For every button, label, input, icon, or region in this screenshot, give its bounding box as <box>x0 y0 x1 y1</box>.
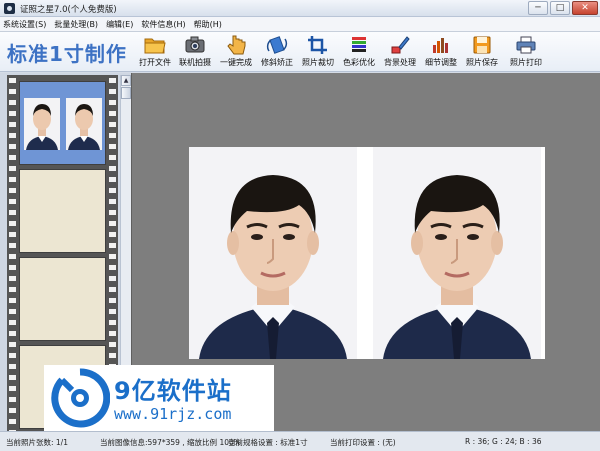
title-bar: 证照之星7.0(个人免费版) ─ □ ✕ <box>0 0 600 17</box>
site-watermark: 9亿软件站 www.91rjz.com <box>44 365 274 431</box>
minimize-button[interactable]: ─ <box>528 1 548 15</box>
tool-label: 背景处理 <box>384 58 416 67</box>
id-photo[interactable] <box>189 147 357 359</box>
menu-bar: 系统设置(S) 批量处理(B) 编辑(E) 软件信息(H) 帮助(H) <box>0 17 600 32</box>
scroll-up-icon[interactable]: ▲ <box>121 75 131 86</box>
photo-thumbnail[interactable] <box>66 98 102 150</box>
image-info-status: 当前图像信息:597*359 , 缩放比例 100% <box>100 438 241 447</box>
tool-label: 照片裁切 <box>302 58 334 67</box>
printer-icon <box>516 36 536 54</box>
close-button[interactable]: ✕ <box>572 1 598 15</box>
rotate-icon <box>266 36 288 54</box>
menu-edit[interactable]: 编辑(E) <box>106 19 133 30</box>
maximize-button[interactable]: □ <box>550 1 570 15</box>
tool-label: 联机拍摄 <box>179 58 211 67</box>
color-icon <box>352 37 366 52</box>
print-photo-button[interactable]: 照片打印 <box>506 35 546 69</box>
tool-label: 照片保存 <box>466 58 498 67</box>
tool-label: 细节调整 <box>425 58 457 67</box>
menu-software-info[interactable]: 软件信息(H) <box>141 19 185 30</box>
tool-label: 修斜矫正 <box>261 58 293 67</box>
watermark-url: www.91rjz.com <box>114 405 232 423</box>
camera-icon <box>185 36 205 53</box>
save-photo-button[interactable]: 照片保存 <box>462 35 502 69</box>
thumbnail-frame-selected[interactable] <box>19 81 106 165</box>
one-click-button[interactable]: 一键完成 <box>216 35 256 69</box>
color-optimize-button[interactable]: 色彩优化 <box>339 35 379 69</box>
open-file-button[interactable]: 打开文件 <box>135 35 175 69</box>
menu-system-settings[interactable]: 系统设置(S) <box>3 19 46 30</box>
rgb-status: R : 36; G : 24; B : 36 <box>465 437 542 446</box>
photo-count-status: 当前照片张数: 1/1 <box>6 438 68 447</box>
tool-label: 打开文件 <box>139 58 171 67</box>
tool-label: 照片打印 <box>510 58 542 67</box>
scroll-thumb[interactable] <box>121 87 131 99</box>
brush-icon <box>391 36 410 54</box>
app-icon <box>4 3 15 14</box>
crop-button[interactable]: 照片裁切 <box>298 35 338 69</box>
levels-icon <box>433 38 448 53</box>
folder-icon <box>144 38 166 54</box>
spec-status: 当前规格设置 : 标准1寸 <box>228 438 308 447</box>
film-holes <box>9 75 16 431</box>
hand-click-icon <box>227 35 246 55</box>
crop-icon <box>308 36 327 54</box>
tool-label: 色彩优化 <box>343 58 375 67</box>
id-photo[interactable] <box>373 147 541 359</box>
watermark-text: 9亿软件站 <box>114 377 232 405</box>
menu-batch[interactable]: 批量处理(B) <box>54 19 98 30</box>
mode-title: 标准1寸制作 <box>7 42 127 66</box>
photo-sheet <box>189 147 545 359</box>
photo-thumbnail[interactable] <box>24 98 60 150</box>
detail-adjust-button[interactable]: 细节调整 <box>421 35 461 69</box>
window-title: 证照之星7.0(个人免费版) <box>20 5 117 15</box>
toolbar: 标准1寸制作 打开文件 联机拍摄 一键完成 修斜矫正 照片裁切 色彩优化 背景处… <box>0 32 600 72</box>
watermark-logo-icon <box>51 368 110 428</box>
save-icon <box>473 36 491 54</box>
status-bar: 当前照片张数: 1/1 当前图像信息:597*359 , 缩放比例 100% 当… <box>0 431 600 451</box>
tilt-correct-button[interactable]: 修斜矫正 <box>257 35 297 69</box>
thumbnail-frame-empty[interactable] <box>19 257 106 341</box>
camera-capture-button[interactable]: 联机拍摄 <box>175 35 215 69</box>
background-process-button[interactable]: 背景处理 <box>380 35 420 69</box>
window-controls: ─ □ ✕ <box>528 1 598 15</box>
thumbnail-frame-empty[interactable] <box>19 169 106 253</box>
tool-label: 一键完成 <box>220 58 252 67</box>
print-status: 当前打印设置 : (无) <box>330 438 396 447</box>
menu-help[interactable]: 帮助(H) <box>194 19 222 30</box>
